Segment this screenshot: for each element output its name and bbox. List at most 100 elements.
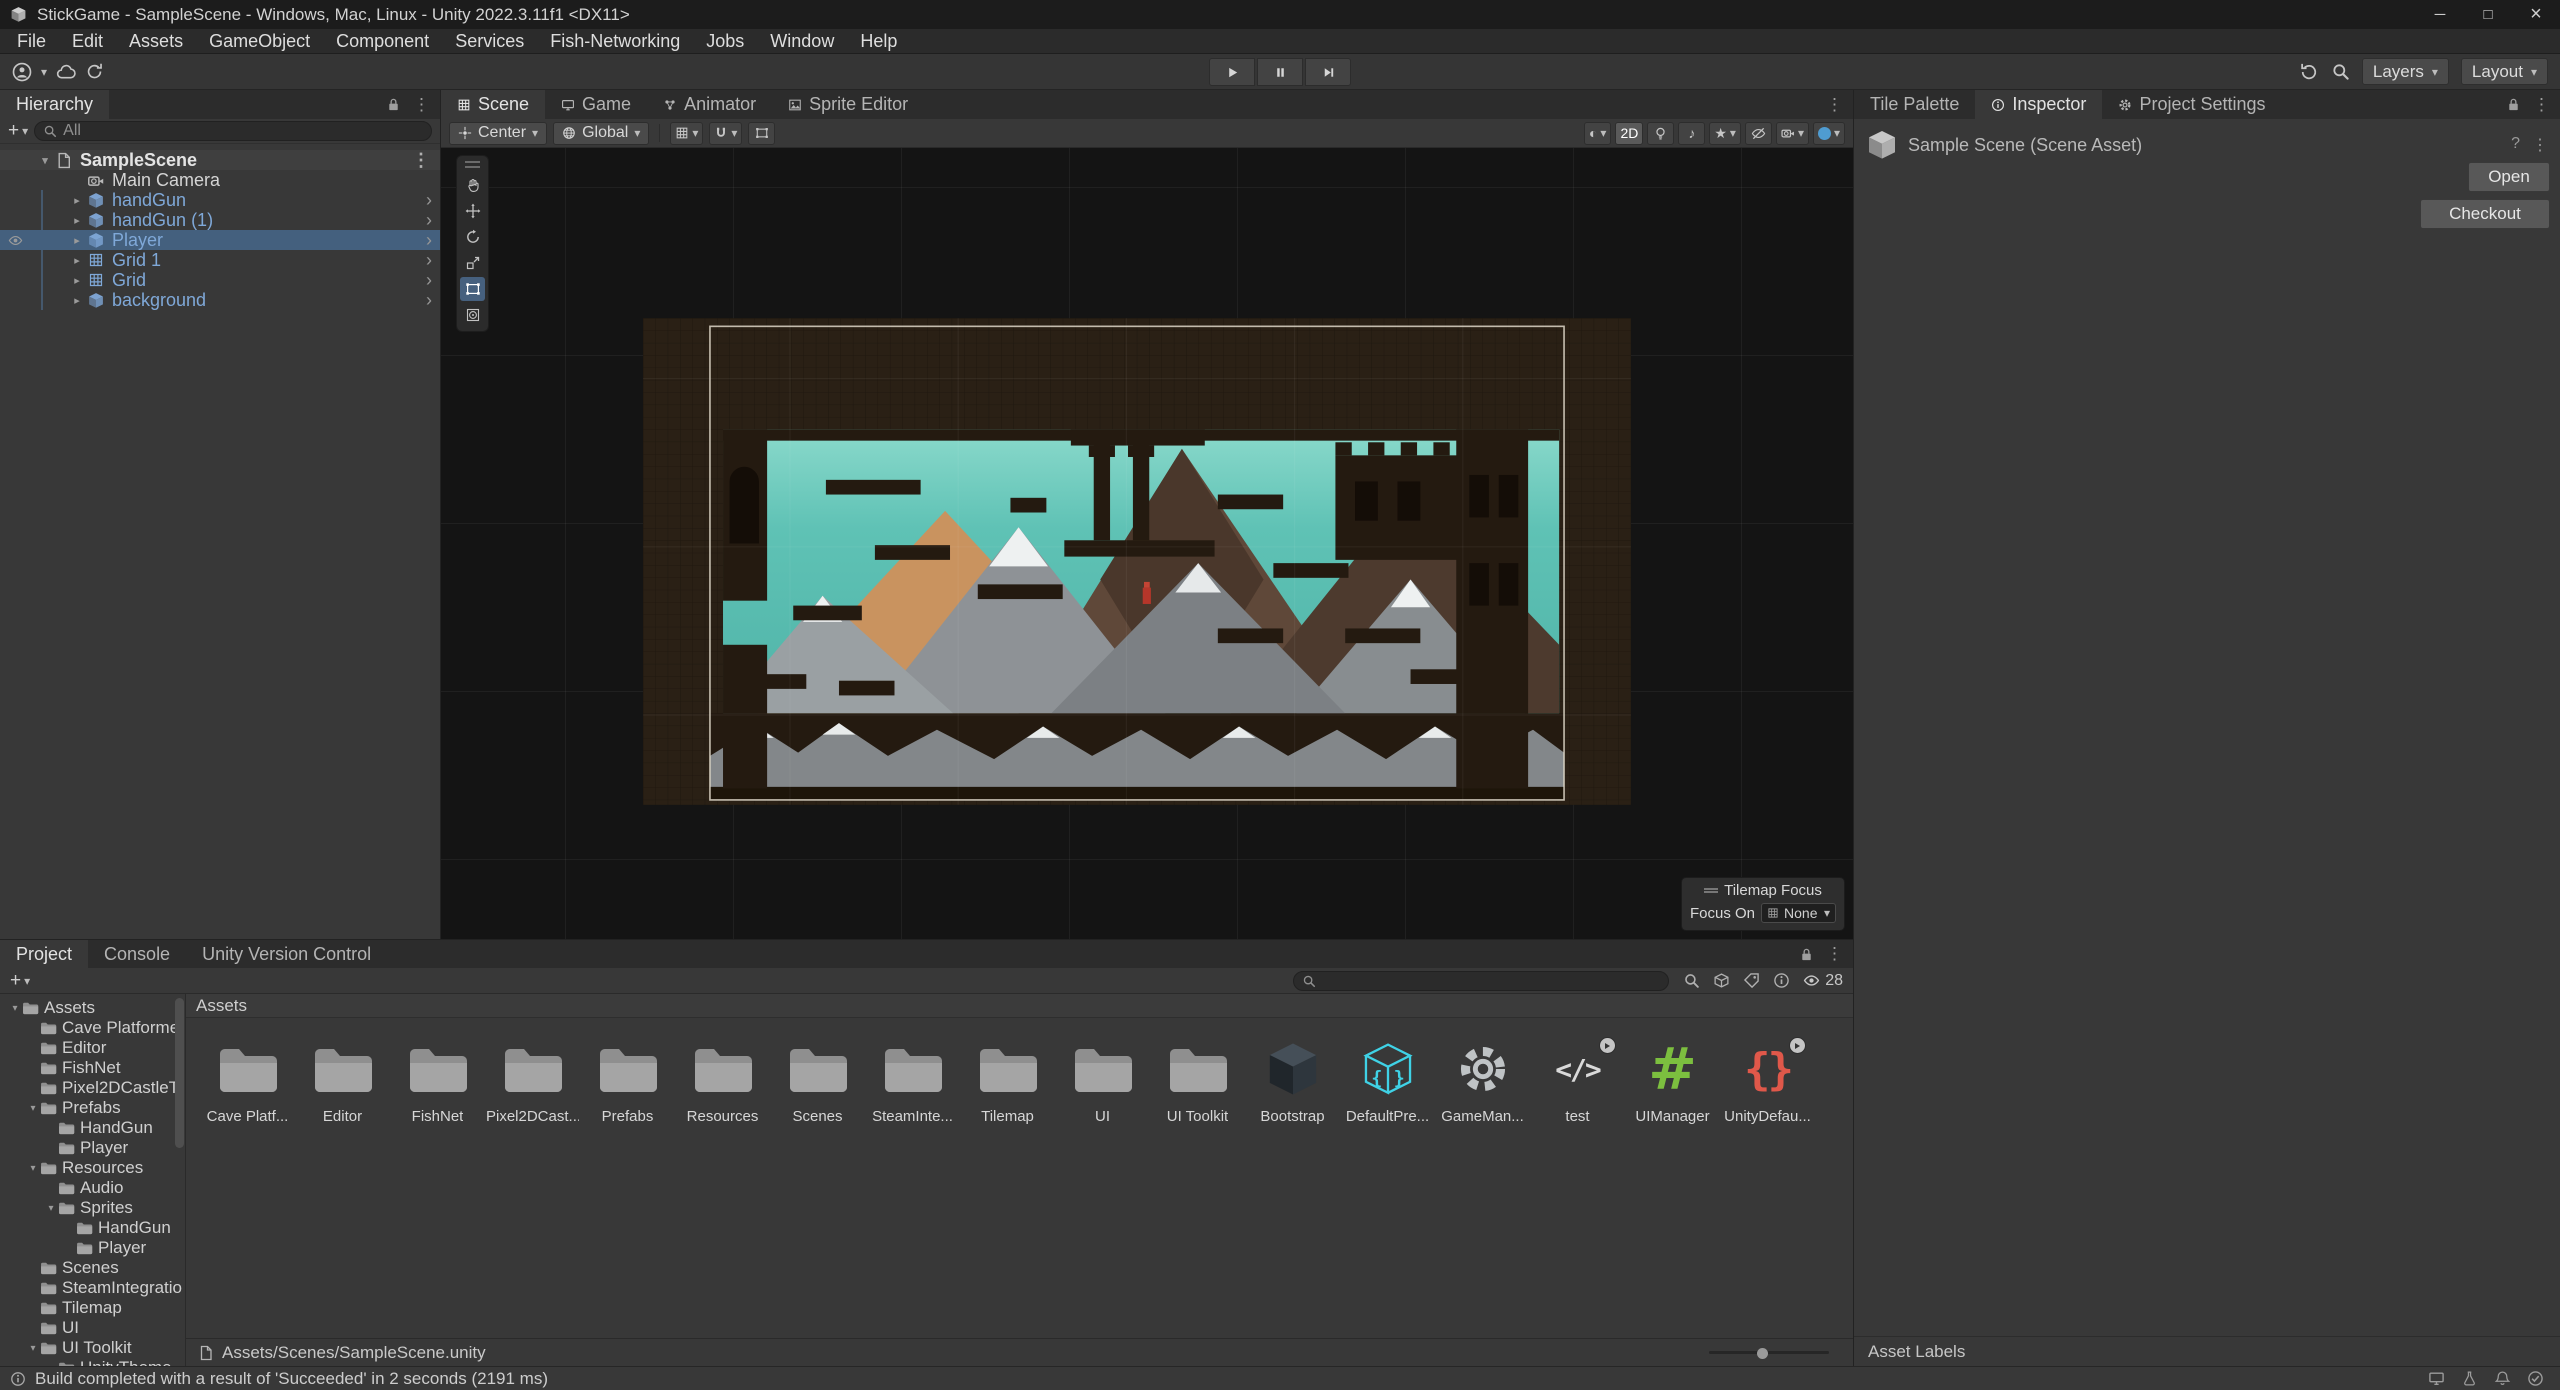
hierarchy-item-grid-1[interactable]: ▸ Grid 1 ›: [0, 250, 440, 270]
expander-icon[interactable]: ▸: [68, 214, 86, 227]
tilemap-focus-header[interactable]: Tilemap Focus: [1690, 882, 1836, 899]
scene-menu-icon[interactable]: ⋮: [412, 150, 430, 171]
hierarchy-scene-root[interactable]: ▾ SampleScene ⋮: [0, 150, 440, 170]
search-by-label-icon[interactable]: [1743, 972, 1760, 989]
layers-dropdown[interactable]: Layers▾: [2362, 58, 2449, 85]
lighting-toggle[interactable]: [1647, 122, 1674, 145]
tree-item-cave-platformer[interactable]: Cave Platforme: [0, 1018, 185, 1038]
menu-gameobject[interactable]: GameObject: [196, 31, 323, 52]
tree-item-editor[interactable]: Editor: [0, 1038, 185, 1058]
open-asset-badge[interactable]: [1599, 1037, 1616, 1054]
step-button[interactable]: [1305, 58, 1351, 86]
tool-handle-pivot-dropdown[interactable]: Center▾: [449, 122, 547, 145]
rotate-tool-button[interactable]: [460, 225, 485, 249]
cloud-services-icon[interactable]: [56, 62, 76, 82]
draw-mode-dropdown[interactable]: ◐▾: [1584, 122, 1612, 145]
account-icon[interactable]: [12, 62, 32, 82]
help-icon[interactable]: ?: [2511, 135, 2520, 155]
expander-icon[interactable]: ▾: [8, 1003, 22, 1014]
scene-canvas[interactable]: Tilemap Focus Focus On None ▾: [441, 148, 1853, 939]
tree-item-assets[interactable]: ▾Assets: [0, 998, 185, 1018]
test-runner-icon[interactable]: [2461, 1370, 2478, 1387]
eye-icon[interactable]: [8, 233, 23, 248]
tree-item-handgun[interactable]: HandGun: [0, 1118, 185, 1138]
menu-jobs[interactable]: Jobs: [693, 31, 757, 52]
open-prefab-icon[interactable]: ›: [426, 210, 432, 231]
hierarchy-item-background[interactable]: ▸ background ›: [0, 290, 440, 310]
panel-menu-icon[interactable]: ⋮: [1826, 95, 1843, 115]
menu-services[interactable]: Services: [442, 31, 537, 52]
open-prefab-icon[interactable]: ›: [426, 190, 432, 211]
context-menu-icon[interactable]: ⋮: [2532, 135, 2548, 155]
rect-tool-button[interactable]: [460, 277, 485, 301]
tree-item-pixel2dcastle[interactable]: Pixel2DCastleT: [0, 1078, 185, 1098]
lock-icon[interactable]: [1799, 947, 1814, 962]
search-by-type-icon[interactable]: [1683, 972, 1700, 989]
tree-item-steamintegration[interactable]: SteamIntegratio: [0, 1278, 185, 1298]
create-object-button[interactable]: +▾: [8, 120, 28, 142]
hierarchy-search-input[interactable]: [63, 122, 423, 140]
expander-icon[interactable]: ▾: [26, 1103, 40, 1114]
tree-item-scenes[interactable]: Scenes: [0, 1258, 185, 1278]
2d-toggle[interactable]: 2D: [1615, 122, 1643, 145]
asset-item-uimanager[interactable]: #UIManager: [1625, 1032, 1720, 1125]
tree-item-fishnet[interactable]: FishNet: [0, 1058, 185, 1078]
lock-icon[interactable]: [386, 97, 401, 112]
expander-icon[interactable]: ▸: [68, 274, 86, 287]
asset-item-folder[interactable]: SteamInte...: [865, 1032, 960, 1125]
snap-increment-dropdown[interactable]: ▾: [709, 122, 742, 145]
open-prefab-icon[interactable]: ›: [426, 270, 432, 291]
account-caret-icon[interactable]: ▾: [41, 65, 47, 79]
open-prefab-icon[interactable]: ›: [426, 230, 432, 251]
panel-menu-icon[interactable]: ⋮: [2533, 95, 2550, 115]
asset-item-folder[interactable]: Cave Platf...: [200, 1032, 295, 1125]
close-button[interactable]: ×: [2512, 0, 2560, 29]
expander-icon[interactable]: ▾: [36, 154, 54, 167]
asset-item-folder[interactable]: Resources: [675, 1032, 770, 1125]
tab-game[interactable]: Game: [545, 90, 647, 119]
tree-item-sprites-player[interactable]: Player: [0, 1238, 185, 1258]
tree-item-ui-toolkit[interactable]: ▾UI Toolkit: [0, 1338, 185, 1358]
open-prefab-icon[interactable]: ›: [426, 250, 432, 271]
hierarchy-item-player[interactable]: ▸ Player ›: [0, 230, 440, 250]
tab-hierarchy[interactable]: Hierarchy: [0, 90, 109, 119]
tree-item-prefabs[interactable]: ▾Prefabs: [0, 1098, 185, 1118]
gizmos-dropdown[interactable]: ▾: [1813, 122, 1845, 145]
asset-item-test[interactable]: </>test: [1530, 1032, 1625, 1125]
info-icon[interactable]: [1773, 972, 1790, 989]
menu-assets[interactable]: Assets: [116, 31, 196, 52]
cloud-status-check-icon[interactable]: [2527, 1370, 2544, 1387]
asset-item-folder[interactable]: FishNet: [390, 1032, 485, 1125]
minimize-button[interactable]: ─: [2416, 0, 2464, 29]
asset-item-folder[interactable]: Tilemap: [960, 1032, 1055, 1125]
thumbnail-zoom-slider[interactable]: [1709, 1339, 1829, 1366]
overlay-drag-handle[interactable]: [465, 161, 480, 168]
tab-inspector[interactable]: Inspector: [1975, 90, 2102, 119]
hierarchy-item-handgun[interactable]: ▸ handGun ›: [0, 190, 440, 210]
asset-item-folder[interactable]: UI: [1055, 1032, 1150, 1125]
asset-item-bootstrap[interactable]: Bootstrap: [1245, 1032, 1340, 1125]
layout-dropdown[interactable]: Layout▾: [2461, 58, 2548, 85]
asset-item-gamemanager[interactable]: GameMan...: [1435, 1032, 1530, 1125]
panel-menu-icon[interactable]: ⋮: [413, 95, 430, 115]
asset-item-unitydefault[interactable]: {}UnityDefau...: [1720, 1032, 1815, 1125]
grid-snapping-toggle[interactable]: [748, 122, 775, 145]
tree-item-audio[interactable]: Audio: [0, 1178, 185, 1198]
visibility-gutter[interactable]: [5, 233, 25, 248]
asset-item-folder[interactable]: UI Toolkit: [1150, 1032, 1245, 1125]
expander-icon[interactable]: ▸: [68, 234, 86, 247]
camera-settings-dropdown[interactable]: ▾: [1776, 122, 1809, 145]
open-prefab-icon[interactable]: ›: [426, 290, 432, 311]
menu-fish-networking[interactable]: Fish-Networking: [537, 31, 693, 52]
expander-icon[interactable]: ▸: [68, 254, 86, 267]
menu-edit[interactable]: Edit: [59, 31, 116, 52]
tool-handle-rotation-dropdown[interactable]: Global▾: [553, 122, 649, 145]
tab-tile-palette[interactable]: Tile Palette: [1854, 90, 1975, 119]
tab-project-settings[interactable]: Project Settings: [2102, 90, 2281, 119]
asset-item-folder[interactable]: Scenes: [770, 1032, 865, 1125]
tab-sprite-editor[interactable]: Sprite Editor: [772, 90, 924, 119]
overlay-drag-handle[interactable]: [1704, 888, 1718, 893]
panel-menu-icon[interactable]: ⋮: [1826, 944, 1843, 964]
lock-icon[interactable]: [2506, 97, 2521, 112]
audio-toggle[interactable]: ♪: [1678, 122, 1705, 145]
